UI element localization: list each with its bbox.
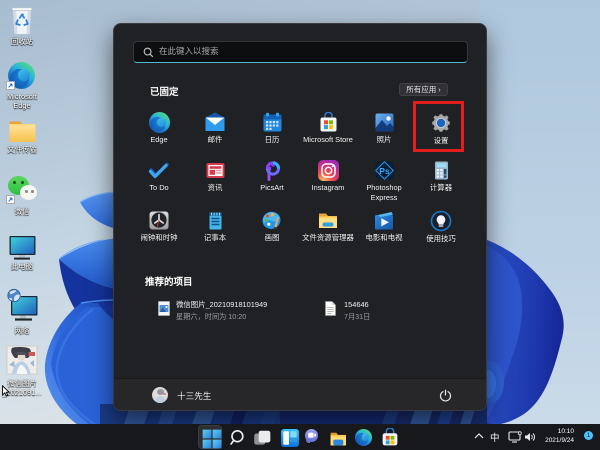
svg-text:Ps: Ps <box>379 166 390 176</box>
